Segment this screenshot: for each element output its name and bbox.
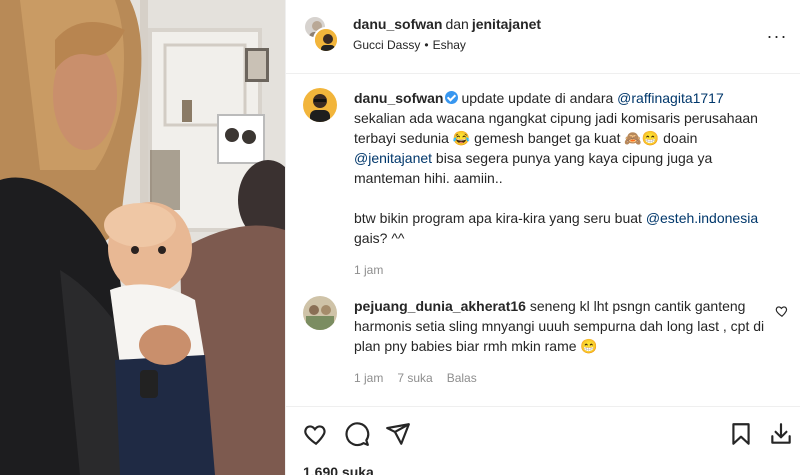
save-button[interactable] — [728, 421, 754, 447]
separator-dot: • — [424, 38, 429, 52]
caption-time[interactable]: 1 jam — [354, 263, 383, 277]
comment-likes[interactable]: 7 suka — [397, 371, 432, 385]
caption-text-part: sekalian ada wacana ngangkat cipung jadi… — [354, 110, 758, 146]
username-link[interactable]: jenitajanet — [472, 16, 541, 32]
heart-outline-icon — [775, 306, 788, 317]
collab-usernames: danu_sofwan dan jenitajanet — [353, 16, 541, 32]
caption-text-part: btw bikin program apa kira-kira yang ser… — [354, 210, 646, 226]
like-button[interactable] — [303, 421, 329, 447]
download-button[interactable] — [768, 421, 794, 447]
heart-outline-icon — [304, 425, 326, 446]
verified-badge-icon — [445, 91, 459, 104]
comment-meta: 1 jam 7 suka Balas — [354, 368, 769, 388]
comments-area[interactable]: danu_sofwan update update di andara @raff… — [286, 75, 800, 405]
comment-bubble-icon — [345, 422, 370, 447]
reply-button[interactable]: Balas — [447, 371, 477, 385]
comment-username[interactable]: pejuang_dunia_akherat16 — [354, 298, 526, 314]
bookmark-icon — [732, 423, 750, 445]
location-link[interactable]: Eshay — [433, 38, 466, 52]
audio-link[interactable]: Gucci Dassy — [353, 38, 420, 52]
mention-link[interactable]: @esteh.indonesia — [646, 210, 758, 226]
photo-scene-illustration — [0, 0, 285, 475]
more-options-button[interactable]: ··· — [765, 24, 789, 48]
comment-time[interactable]: 1 jam — [354, 371, 383, 385]
post-subtitle: Gucci Dassy • Eshay — [353, 38, 466, 52]
paper-plane-icon — [386, 423, 410, 445]
post-header: danu_sofwan dan jenitajanet Gucci Dassy • Es… — [286, 0, 800, 74]
comment-text: pejuang_dunia_akherat16 seneng kl lht ps… — [354, 296, 769, 388]
comment-button[interactable] — [344, 421, 370, 447]
caption-text: danu_sofwan update update di andara @raff… — [354, 88, 769, 280]
mention-link[interactable]: @jenitajanet — [354, 150, 432, 166]
likes-count[interactable]: 1.690 suka — [303, 464, 374, 475]
comment-like-button[interactable] — [775, 304, 789, 318]
caption-text-part: gais? ^^ — [354, 230, 405, 246]
joiner-text: dan — [445, 16, 469, 32]
share-button[interactable] — [385, 421, 411, 447]
post-actions: 1.690 suka — [286, 406, 800, 475]
caption-username[interactable]: danu_sofwan — [354, 90, 443, 106]
mention-link[interactable]: @raffinagita1717 — [617, 90, 724, 106]
collab-avatars[interactable] — [303, 15, 339, 53]
username-link[interactable]: danu_sofwan — [353, 16, 442, 32]
download-icon — [771, 423, 791, 444]
post-panel: danu_sofwan dan jenitajanet Gucci Dassy • Es… — [285, 0, 800, 475]
post-image[interactable] — [0, 0, 285, 475]
avatar[interactable] — [303, 88, 337, 122]
avatar[interactable] — [303, 296, 337, 330]
caption-meta: 1 jam — [354, 260, 769, 280]
more-horizontal-icon: ··· — [766, 26, 788, 46]
caption-text-part: update update di andara — [461, 90, 618, 106]
avatar[interactable] — [313, 27, 339, 53]
